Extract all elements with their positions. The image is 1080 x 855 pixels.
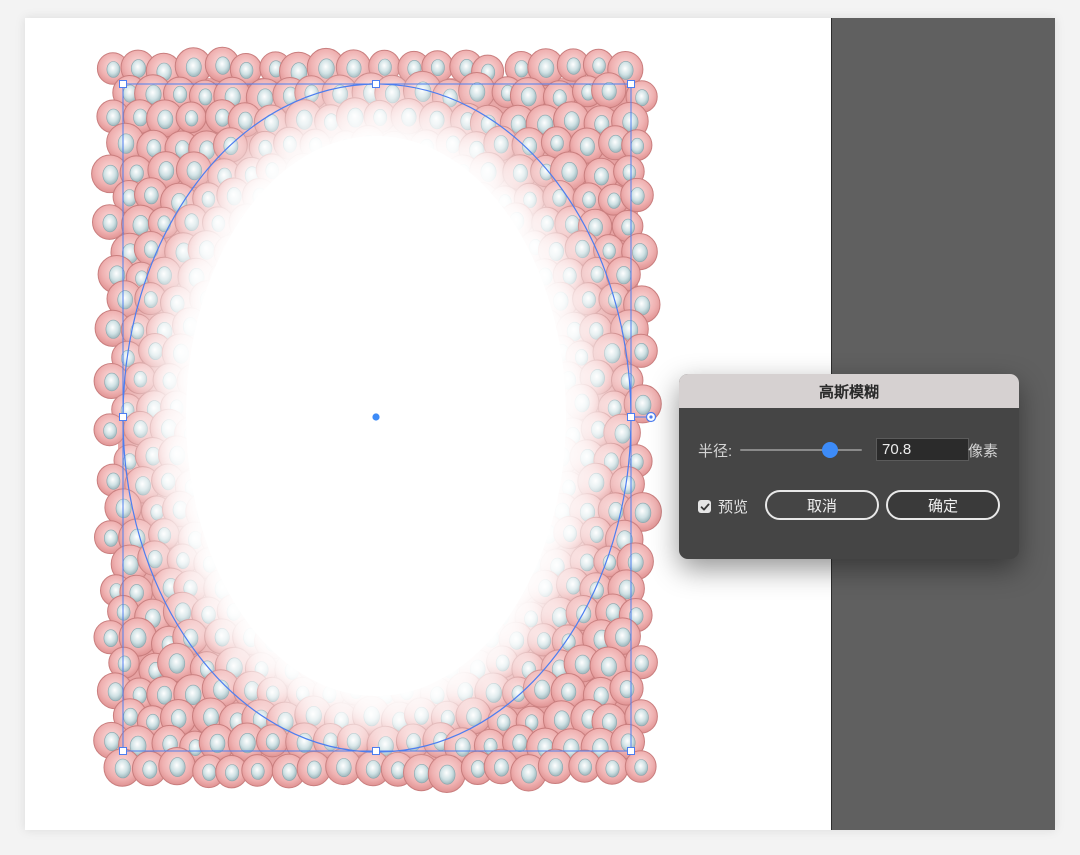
cell [624, 750, 657, 783]
ok-button[interactable]: 确定 [886, 490, 1000, 520]
cell [537, 748, 573, 784]
handle-top-right[interactable] [627, 80, 635, 88]
cancel-button[interactable]: 取消 [765, 490, 879, 520]
cell [256, 724, 289, 758]
preview-toggle[interactable]: 预览 [698, 496, 748, 517]
handle-middle-right[interactable] [627, 413, 635, 421]
preview-checkbox[interactable] [698, 500, 711, 513]
gaussian-blur-dialog: 高斯模糊 半径: 70.8 像素 预览 取消 确定 [679, 374, 1019, 559]
handle-top-left[interactable] [119, 80, 127, 88]
radius-slider-track[interactable] [740, 449, 862, 451]
handle-bottom-center[interactable] [372, 747, 380, 755]
rotate-handle-dot [649, 415, 653, 419]
center-point[interactable] [372, 413, 380, 421]
radius-input[interactable]: 70.8 [876, 438, 969, 461]
cell [175, 101, 207, 134]
cell [158, 747, 196, 786]
handle-middle-left[interactable] [119, 413, 127, 421]
cell [595, 750, 629, 785]
cell [241, 754, 274, 787]
preview-label: 预览 [718, 499, 749, 516]
cell [620, 177, 654, 213]
cell [591, 72, 627, 109]
handle-top-center[interactable] [372, 80, 380, 88]
cell [175, 151, 212, 189]
unit-label: 像素 [968, 443, 999, 460]
dialog-title: 高斯模糊 [679, 374, 1019, 408]
radius-row: 半径: 70.8 像素 [698, 436, 1008, 462]
radius-slider-thumb[interactable] [822, 442, 839, 458]
handle-bottom-right[interactable] [627, 747, 635, 755]
cell [624, 333, 658, 368]
handle-bottom-left[interactable] [119, 747, 127, 755]
radius-label: 半径: [698, 443, 733, 460]
cell [427, 754, 466, 794]
checkmark-icon [700, 503, 709, 510]
